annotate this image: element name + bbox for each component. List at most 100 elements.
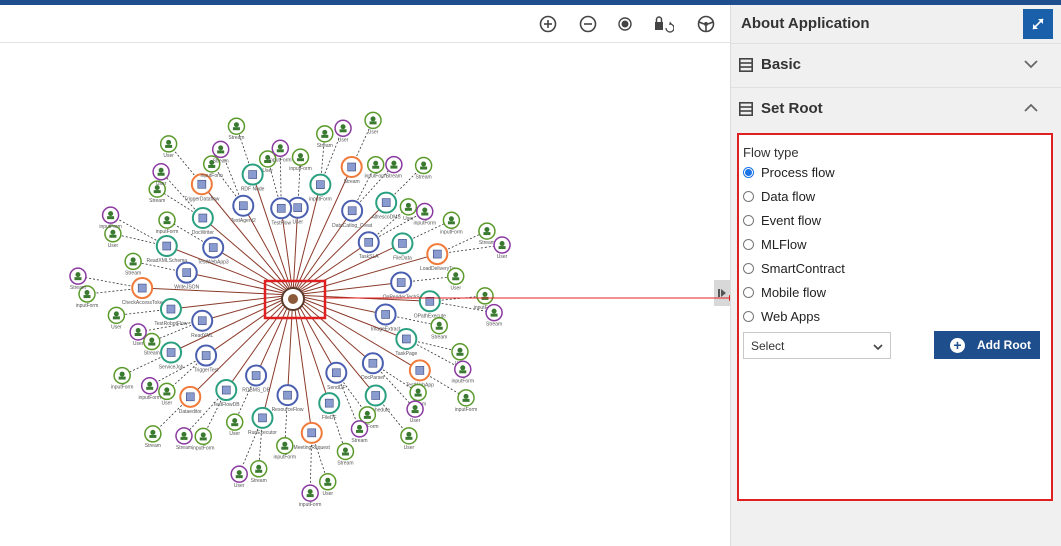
graph-node[interactable]: inputForm	[138, 377, 161, 401]
center-icon[interactable]	[612, 11, 638, 37]
node-label: Stream	[176, 445, 192, 451]
graph-node[interactable]: inputForm	[192, 427, 215, 451]
graph-node[interactable]: Stream	[430, 316, 448, 341]
graph-node[interactable]: User	[319, 473, 337, 497]
graph-node[interactable]: inputForm	[309, 173, 332, 203]
panel-collapse-handle[interactable]	[714, 280, 730, 306]
graph-node[interactable]: User	[334, 119, 352, 143]
graph-node[interactable]: RDBMS_DB	[242, 364, 271, 394]
graph-node[interactable]: TestFlowDB	[213, 379, 240, 408]
graph-node[interactable]: Stream	[316, 125, 334, 149]
graph-node[interactable]: TriggerTest	[194, 344, 219, 374]
graph-node[interactable]: Stream	[385, 155, 403, 180]
graph-node[interactable]: TestAgent2	[231, 194, 256, 224]
graph-node[interactable]: Stream	[485, 303, 503, 328]
graph-node[interactable]: FileDF	[318, 392, 341, 421]
graph-node[interactable]: TaskSLA	[357, 231, 380, 260]
graph-node[interactable]: inputForm	[269, 139, 292, 163]
graph-node[interactable]: User	[399, 198, 418, 222]
graph-node[interactable]: Stream	[227, 117, 246, 141]
node-label: MeetingRequest	[294, 445, 331, 451]
expand-button[interactable]	[1023, 9, 1053, 39]
graph-node[interactable]: inputForm	[99, 206, 122, 230]
graph-node[interactable]: User	[225, 413, 244, 437]
graph-node[interactable]: ServiceJob	[159, 341, 184, 370]
graph-node[interactable]: AlfrescoDMS	[372, 191, 402, 221]
graph-node[interactable]: Stream	[143, 332, 161, 357]
radio-button[interactable]	[743, 262, 754, 274]
graph-node[interactable]: inputForm	[440, 211, 463, 235]
graph-node[interactable]: User	[107, 306, 126, 330]
graph-node[interactable]: TaskPage	[395, 327, 418, 357]
steering-icon[interactable]	[693, 11, 719, 37]
graph-node[interactable]: User	[230, 465, 248, 489]
graph-node[interactable]: Stream	[249, 460, 268, 484]
basic-section-header[interactable]: Basic	[731, 43, 1061, 86]
graph-node[interactable]: ImageExtract	[371, 303, 401, 332]
graph-node[interactable]: RDF Node	[241, 163, 265, 193]
set-root-section-header[interactable]: Set Root	[731, 87, 1061, 130]
graph-node[interactable]: User	[406, 400, 424, 424]
graph-node[interactable]: User	[364, 111, 382, 135]
graph-node[interactable]: WriteJSON	[174, 261, 200, 291]
node-label: inputForm	[111, 385, 134, 391]
graph-node[interactable]: Stream	[69, 267, 87, 291]
radio-button[interactable]	[743, 190, 754, 202]
graph-node[interactable]: TestFlow	[270, 197, 293, 226]
node-label: inputForm	[269, 157, 292, 163]
graph-node[interactable]: Stream	[144, 425, 162, 449]
radio-process-flow[interactable]: Process flow	[743, 162, 835, 182]
graph-node[interactable]: inputForm	[111, 366, 134, 391]
add-root-button[interactable]: + Add Root	[934, 331, 1040, 359]
radio-button[interactable]	[743, 238, 754, 250]
graph-node[interactable]: Stream	[478, 222, 496, 246]
graph-canvas[interactable]: User inputForm inputForm Stream User Stream Us…	[0, 5, 730, 546]
radio-data-flow[interactable]: Data flow	[743, 186, 815, 206]
graph-node[interactable]: DataCatlog_Creat	[332, 199, 373, 229]
graph-node[interactable]: User	[152, 163, 170, 187]
graph-node[interactable]: inputForm	[299, 484, 322, 508]
root-select[interactable]: Select	[743, 332, 891, 359]
graph-node[interactable]: Dataeditor	[179, 385, 202, 415]
graph-node[interactable]: Stream	[340, 155, 363, 185]
radio-event-flow[interactable]: Event flow	[743, 210, 821, 230]
radio-button[interactable]	[743, 214, 754, 226]
graph-node[interactable]: OpReaderTechS	[383, 271, 421, 301]
graph-node[interactable]: inputForm	[289, 148, 312, 172]
graph-node[interactable]: TestWebApp3	[198, 236, 229, 266]
radio-button[interactable]	[743, 286, 754, 298]
zoom-in-icon[interactable]	[535, 11, 561, 37]
graph-node[interactable]: ReadXMLSchema	[146, 235, 187, 264]
graph-node[interactable]: Stream	[211, 140, 230, 164]
graph-node[interactable]: Stream	[350, 420, 369, 444]
graph-node[interactable]: CheckAccessToke	[122, 277, 163, 306]
radio-mlflow[interactable]: MLFlow	[743, 234, 807, 254]
graph-node[interactable]: FileData	[391, 232, 414, 261]
graph-node[interactable]: Stream	[175, 427, 193, 451]
graph-node[interactable]: ResourceFlow	[272, 384, 304, 413]
graph-node[interactable]: User	[400, 427, 418, 451]
graph-node[interactable]: Stream	[124, 252, 142, 276]
lock-rotate-icon[interactable]	[650, 11, 676, 37]
graph-node[interactable]: SendDF	[325, 361, 348, 391]
graph-node[interactable]: MeetingRequest	[294, 421, 331, 451]
radio-button[interactable]	[743, 166, 754, 178]
graph-node[interactable]: DocWriter	[192, 207, 214, 236]
graph-node[interactable]: Stream	[414, 156, 433, 181]
graph-node[interactable]: User	[158, 382, 176, 406]
graph-node[interactable]: DocParser	[361, 352, 385, 381]
graph-node[interactable]: User	[159, 135, 178, 159]
radio-mobile-flow[interactable]: Mobile flow	[743, 282, 826, 302]
graph-node[interactable]: Stream	[336, 442, 355, 466]
graph-node[interactable]: User	[446, 267, 465, 291]
zoom-out-icon[interactable]	[575, 11, 601, 37]
radio-smartcontract[interactable]: SmartContract	[743, 258, 845, 278]
graph-node[interactable]: ReadXML	[191, 309, 214, 339]
flow-graph[interactable]: UserinputForminputFormStreamUserStreamUs…	[0, 5, 730, 546]
radio-web-apps[interactable]: Web Apps	[743, 306, 820, 326]
graph-node[interactable]: User	[493, 236, 511, 260]
graph-node[interactable]: inputForm	[156, 211, 179, 235]
graph-node[interactable]: inputForm	[364, 155, 387, 180]
graph-node[interactable]: inputForm	[274, 436, 297, 461]
radio-button[interactable]	[743, 310, 754, 322]
